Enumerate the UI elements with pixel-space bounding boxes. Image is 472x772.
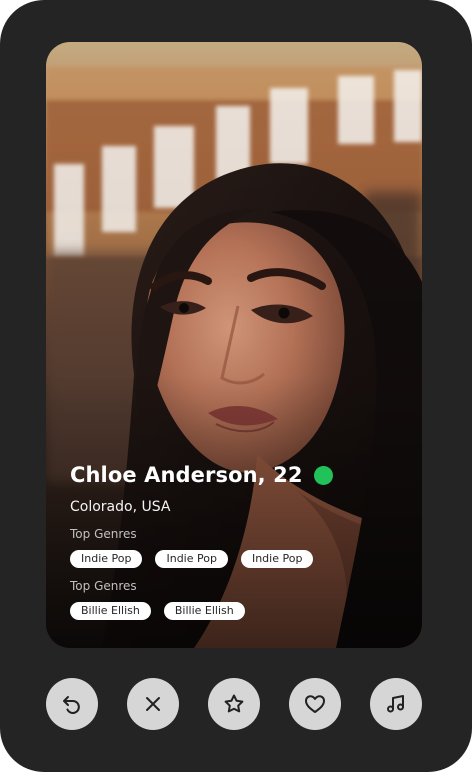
like-button[interactable] [289,678,341,730]
online-status-dot [313,465,333,485]
artists-section-label: Top Genres [70,579,137,593]
profile-location: Colorado, USA [70,499,171,515]
top-genres-label: Top Genres [70,527,137,541]
star-icon [222,692,246,716]
profile-info: Chloe Anderson, 22 Colorado, USA Top Gen… [70,460,400,620]
super-like-button[interactable] [208,678,260,730]
artist-tag: Billie Ellish [70,602,151,620]
profile-name-age: Chloe Anderson, 22 [70,463,303,487]
name-row: Chloe Anderson, 22 [70,460,400,490]
rewind-button[interactable] [46,678,98,730]
artist-tags: Billie Ellish Billie Ellish [70,602,400,620]
music-note-icon [384,692,408,716]
profile-card[interactable]: Chloe Anderson, 22 Colorado, USA Top Gen… [46,42,422,648]
genre-tag: Indie Pop [155,550,228,568]
dislike-button[interactable] [127,678,179,730]
action-bar [46,678,422,730]
genre-tags: Indie Pop Indie Pop Indie Pop [70,550,400,568]
genre-tag: Indie Pop [240,550,314,568]
phone-frame: Chloe Anderson, 22 Colorado, USA Top Gen… [0,0,472,772]
close-icon [141,692,165,716]
genre-tag: Indie Pop [70,550,143,568]
music-button[interactable] [370,678,422,730]
heart-icon [303,692,327,716]
undo-icon [60,692,84,716]
artist-tag: Billie Ellish [163,602,245,620]
